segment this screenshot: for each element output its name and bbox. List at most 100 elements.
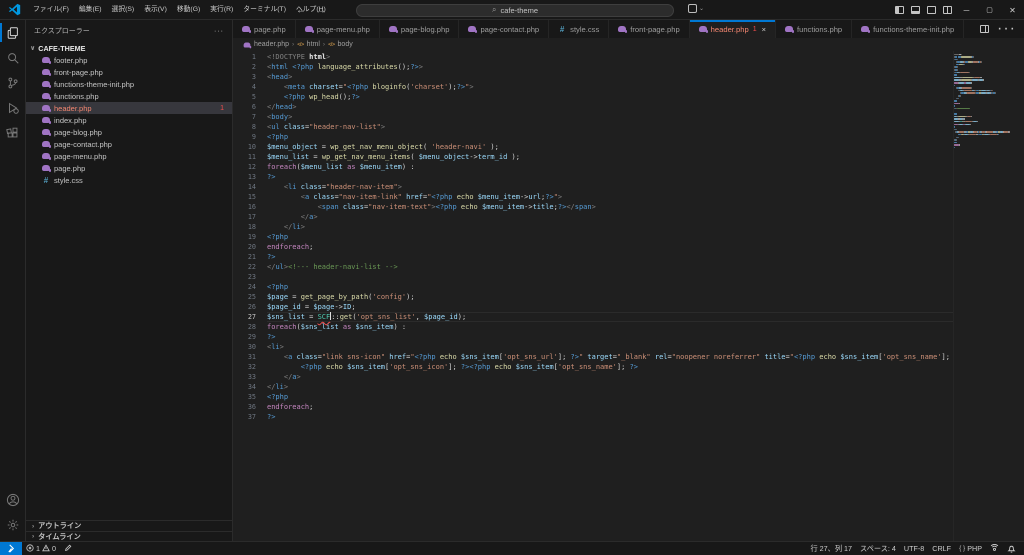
file-item-index.php[interactable]: index.php xyxy=(26,114,232,126)
ports-icon[interactable] xyxy=(986,542,1003,555)
forward-icon[interactable]: → xyxy=(316,5,326,16)
language-mode[interactable]: { } PHP xyxy=(955,542,986,555)
customize-layout-icon[interactable] xyxy=(939,0,955,20)
outline-section[interactable]: › アウトライン xyxy=(26,520,232,531)
toggle-secondary-sidebar-icon[interactable] xyxy=(923,0,939,20)
file-item-functions-theme-init.php[interactable]: functions-theme-init.php xyxy=(26,78,232,90)
code-line-36: endforeach; xyxy=(267,402,953,412)
notifications-bell-icon[interactable] xyxy=(1003,542,1020,555)
remote-icon xyxy=(7,544,16,553)
code-line-1: <!DOCTYPE html> xyxy=(267,52,953,62)
tab-page-menu.php[interactable]: page-menu.php xyxy=(296,20,380,38)
line-number: 34 xyxy=(233,382,265,392)
file-item-page.php[interactable]: page.php xyxy=(26,162,232,174)
breadcrumb-body[interactable]: body xyxy=(338,41,353,48)
close-button[interactable]: ✕ xyxy=(1001,0,1024,20)
breadcrumb-html[interactable]: html xyxy=(307,41,320,48)
file-name: index.php xyxy=(54,116,87,125)
maximize-button[interactable]: ▢ xyxy=(978,0,1001,20)
line-number: 28 xyxy=(233,322,265,332)
settings-gear-icon[interactable] xyxy=(0,512,26,537)
file-item-page-contact.php[interactable]: page-contact.php xyxy=(26,138,232,150)
file-item-footer.php[interactable]: footer.php xyxy=(26,54,232,66)
search-icon: ⌕ xyxy=(492,5,496,15)
tab-functions-theme-init.php[interactable]: functions-theme-init.php xyxy=(852,20,964,38)
php-file-icon xyxy=(785,26,793,32)
menu-item-2[interactable]: 選択(S) xyxy=(107,0,140,20)
line-number: 2 xyxy=(233,62,265,72)
minimize-button[interactable]: ─ xyxy=(955,0,978,20)
code-line-25: $page = get_page_by_path('config'); xyxy=(267,292,953,302)
toggle-panel-icon[interactable] xyxy=(907,0,923,20)
line-number: 4 xyxy=(233,82,265,92)
menu-item-1[interactable]: 編集(E) xyxy=(74,0,107,20)
line-number: 12 xyxy=(233,162,265,172)
back-icon[interactable]: ← xyxy=(296,5,306,16)
file-item-page-blog.php[interactable]: page-blog.php xyxy=(26,126,232,138)
menu-item-5[interactable]: 実行(R) xyxy=(205,0,238,20)
line-number: 36 xyxy=(233,402,265,412)
indentation[interactable]: スペース: 4 xyxy=(856,542,900,555)
menu-item-0[interactable]: ファイル(F) xyxy=(28,0,74,20)
activity-bar xyxy=(0,20,26,541)
explorer-icon[interactable] xyxy=(0,20,26,45)
tab-style.css[interactable]: #style.css xyxy=(549,20,609,38)
php-file-icon xyxy=(42,105,50,111)
split-editor-icon[interactable] xyxy=(980,20,989,38)
encoding[interactable]: UTF-8 xyxy=(900,542,928,555)
copilot-menu[interactable]: ⌄ xyxy=(688,4,704,13)
line-number: 15 xyxy=(233,192,265,202)
problems-indicator[interactable]: 1 0 xyxy=(22,542,60,555)
tab-header.php[interactable]: header.php1× xyxy=(690,20,776,38)
code-line-33: </a> xyxy=(267,372,953,382)
timeline-section[interactable]: › タイムライン xyxy=(26,531,232,541)
folder-cafe-theme[interactable]: ∨ CAFE-THEME xyxy=(26,42,232,54)
file-item-functions.php[interactable]: functions.php xyxy=(26,90,232,102)
line-number: 32 xyxy=(233,362,265,372)
account-icon[interactable] xyxy=(0,487,26,512)
file-item-front-page.php[interactable]: front-page.php xyxy=(26,66,232,78)
tab-page.php[interactable]: page.php xyxy=(233,20,296,38)
titlebar-controls: ─ ▢ ✕ xyxy=(891,0,1024,20)
line-number: 29 xyxy=(233,332,265,342)
editor-scrollbar[interactable] xyxy=(1010,51,1024,541)
edit-session-indicator[interactable] xyxy=(60,542,76,555)
toggle-sidebar-icon[interactable] xyxy=(891,0,907,20)
extensions-icon[interactable] xyxy=(0,120,26,145)
cursor-position[interactable]: 行 27、列 17 xyxy=(806,542,856,555)
file-item-page-menu.php[interactable]: page-menu.php xyxy=(26,150,232,162)
line-number: 24 xyxy=(233,282,265,292)
search-sidebar-icon[interactable] xyxy=(0,45,26,70)
warning-count: 0 xyxy=(52,544,56,553)
menu-item-6[interactable]: ターミナル(T) xyxy=(238,0,291,20)
menu-item-3[interactable]: 表示(V) xyxy=(139,0,172,20)
code-editor[interactable]: 1234567891011121314151617181920212223242… xyxy=(233,51,1024,541)
php-file-icon xyxy=(42,93,50,99)
run-debug-icon[interactable] xyxy=(0,95,26,120)
tab-functions.php[interactable]: functions.php xyxy=(776,20,852,38)
explorer-more-actions-icon[interactable]: ··· xyxy=(214,28,224,35)
tab-page-contact.php[interactable]: page-contact.php xyxy=(459,20,549,38)
code-line-15: <a class="nav-item-link" href="<?php ech… xyxy=(267,192,953,202)
code-line-2: <html <?php language_attributes();?>> xyxy=(267,62,953,72)
menu-item-4[interactable]: 移動(G) xyxy=(172,0,205,20)
command-center-search[interactable]: ⌕ cafe-theme xyxy=(356,4,674,17)
minimap[interactable] xyxy=(953,51,1010,541)
file-item-header.php[interactable]: header.php1 xyxy=(26,102,232,114)
tab-front-page.php[interactable]: front-page.php xyxy=(609,20,689,38)
breadcrumb-file[interactable]: header.php xyxy=(254,41,289,48)
php-file-icon xyxy=(699,26,707,32)
file-item-style.css[interactable]: #style.css xyxy=(26,174,232,186)
code-line-14: <li class="header-nav-item"> xyxy=(267,182,953,192)
remote-indicator[interactable] xyxy=(0,542,22,555)
eol-sequence[interactable]: CRLF xyxy=(928,542,955,555)
pencil-icon xyxy=(64,544,72,554)
menu-bar: ファイル(F)編集(E)選択(S)表示(V)移動(G)実行(R)ターミナル(T)… xyxy=(28,0,331,20)
line-number: 20 xyxy=(233,242,265,252)
source-control-icon[interactable] xyxy=(0,70,26,95)
more-actions-icon[interactable]: ··· xyxy=(997,20,1016,38)
vscode-window: ファイル(F)編集(E)選択(S)表示(V)移動(G)実行(R)ターミナル(T)… xyxy=(0,0,1024,555)
tab-close-icon[interactable]: × xyxy=(762,25,766,34)
php-file-icon xyxy=(42,141,50,147)
tab-page-blog.php[interactable]: page-blog.php xyxy=(380,20,460,38)
